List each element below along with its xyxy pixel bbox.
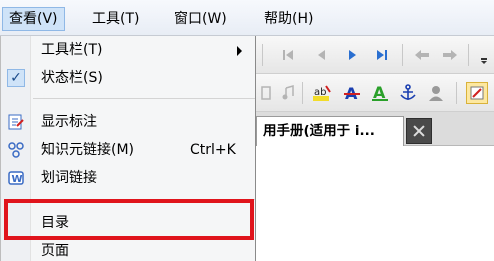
- menu-item-label: 状态栏(S): [41, 70, 103, 86]
- first-page-icon[interactable]: [278, 45, 298, 65]
- annotation-icon: [7, 113, 25, 131]
- edit-icon[interactable]: [466, 82, 488, 104]
- highlight-box: [4, 199, 254, 240]
- document-tab[interactable]: 用手册(适用于 i...: [256, 116, 404, 146]
- document-area: [256, 146, 494, 261]
- anchor-icon[interactable]: [398, 83, 418, 103]
- navigation-toolbar: [256, 36, 494, 74]
- next-page-icon[interactable]: [342, 45, 362, 65]
- menu-item-page[interactable]: 页面: [1, 237, 256, 261]
- toolbar-separator: [468, 44, 469, 66]
- menu-item-label: 划词链接: [41, 170, 97, 186]
- menu-bar: 查看(V) 工具(T) 窗口(W) 帮助(H): [0, 0, 494, 36]
- toolbar-separator: [302, 82, 303, 104]
- document-tab-strip: 用手册(适用于 i...: [256, 112, 494, 146]
- menu-item-label: 工具栏(T): [41, 42, 103, 58]
- menu-item-shortcut: Ctrl+K: [190, 142, 236, 158]
- menu-item-knowledge-link[interactable]: 知识元链接(M) Ctrl+K: [1, 136, 256, 164]
- menu-item-label: 页面: [41, 243, 69, 259]
- prev-page-icon[interactable]: [312, 45, 332, 65]
- check-icon: ✓: [7, 69, 25, 87]
- outline-font-icon[interactable]: A: [370, 83, 390, 103]
- forward-icon[interactable]: [440, 45, 460, 65]
- menu-item-label: 显示标注: [41, 114, 97, 130]
- menu-item-statusbar[interactable]: ✓ 状态栏(S): [1, 64, 256, 92]
- submenu-arrow-icon: [237, 46, 242, 56]
- menu-separator: [33, 98, 255, 99]
- font-color-icon[interactable]: A: [342, 83, 362, 103]
- toolbar-overflow-icon[interactable]: [474, 45, 494, 65]
- link-icon[interactable]: [256, 83, 276, 103]
- menu-tools[interactable]: 工具(T): [86, 8, 145, 30]
- last-page-icon[interactable]: [372, 45, 392, 65]
- menu-help[interactable]: 帮助(H): [258, 8, 319, 30]
- svg-text:ab: ab: [314, 87, 326, 98]
- user-icon[interactable]: [426, 83, 446, 103]
- menu-view[interactable]: 查看(V): [2, 7, 65, 31]
- menu-item-word-link[interactable]: W 划词链接: [1, 164, 256, 192]
- svg-text:W: W: [12, 174, 23, 185]
- formatting-toolbar: ab A A: [256, 74, 494, 112]
- close-tab-button[interactable]: [406, 118, 432, 144]
- back-icon[interactable]: [412, 45, 432, 65]
- menu-item-toolbar[interactable]: 工具栏(T): [1, 36, 256, 64]
- music-note-icon[interactable]: [278, 83, 298, 103]
- menu-item-label: 知识元链接(M): [41, 142, 135, 158]
- knowledge-link-icon: [7, 141, 25, 159]
- menu-window[interactable]: 窗口(W): [168, 8, 233, 30]
- toolbar-separator: [456, 82, 457, 104]
- text-color-icon[interactable]: ab: [312, 83, 332, 103]
- toolbar-separator: [262, 44, 263, 66]
- toolbar-separator: [402, 44, 403, 66]
- menu-item-show-annotations[interactable]: 显示标注: [1, 108, 256, 136]
- word-link-icon: W: [7, 169, 25, 187]
